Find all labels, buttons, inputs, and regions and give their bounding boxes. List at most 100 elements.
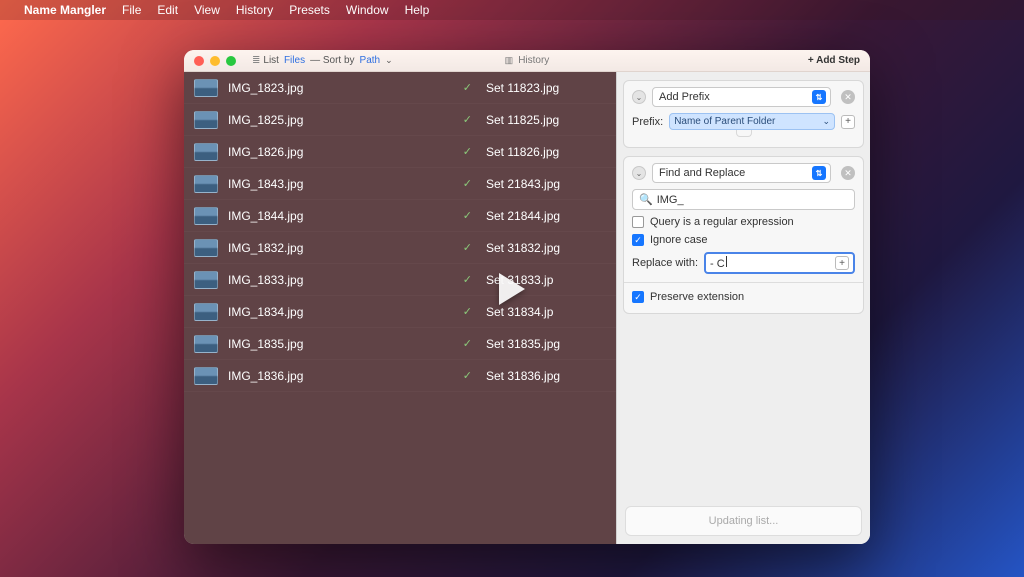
zoom-icon[interactable] — [226, 56, 236, 66]
history-label[interactable]: History — [518, 55, 549, 66]
menu-file[interactable]: File — [122, 3, 141, 17]
preserve-ext-label: Preserve extension — [650, 291, 744, 303]
step-type-select[interactable]: Add Prefix ⇅ — [652, 87, 831, 107]
list-label: List — [263, 55, 279, 66]
minimize-icon[interactable] — [210, 56, 220, 66]
menu-window[interactable]: Window — [346, 3, 389, 17]
file-row[interactable]: IMG_1844.jpg ✓ Set 21844.jpg — [184, 200, 616, 232]
renamed-file-name: Set 31832.jpg — [486, 241, 606, 255]
checkmark-icon: ✓ — [463, 81, 472, 94]
ignore-case-label: Ignore case — [650, 234, 707, 246]
chevron-down-icon[interactable]: ⌄ — [385, 55, 393, 66]
file-row[interactable]: IMG_1835.jpg ✓ Set 31835.jpg — [184, 328, 616, 360]
renamed-file-name: Set 11826.jpg — [486, 145, 606, 159]
file-row[interactable]: IMG_1843.jpg ✓ Set 21843.jpg — [184, 168, 616, 200]
regex-label: Query is a regular expression — [650, 216, 794, 228]
prefix-label: Prefix: — [632, 116, 663, 128]
step-type-select[interactable]: Find and Replace ⇅ — [652, 163, 831, 183]
collapse-icon[interactable]: ⌄ — [632, 90, 646, 104]
checkmark-icon: ✓ — [463, 209, 472, 222]
menu-edit[interactable]: Edit — [157, 3, 178, 17]
remove-step-icon[interactable]: ✕ — [841, 166, 855, 180]
app-window: ≣ List Files — Sort by Path ⌄ ▥ History … — [184, 50, 870, 544]
file-row[interactable]: IMG_1833.jpg ✓ Set 31833.jp — [184, 264, 616, 296]
select-arrows-icon: ⇅ — [812, 90, 826, 104]
history-icon[interactable]: ▥ — [505, 55, 514, 66]
checkmark-icon: ✓ — [463, 305, 472, 318]
thumbnail-icon — [194, 239, 218, 257]
regex-checkbox[interactable] — [632, 216, 644, 228]
renamed-file-name: Set 11823.jpg — [486, 81, 606, 95]
file-row[interactable]: IMG_1836.jpg ✓ Set 31836.jpg — [184, 360, 616, 392]
close-icon[interactable] — [194, 56, 204, 66]
menu-presets[interactable]: Presets — [289, 3, 330, 17]
checkmark-icon: ✓ — [463, 113, 472, 126]
add-token-button[interactable]: + — [841, 115, 855, 129]
system-menubar: Name Mangler File Edit View History Pres… — [0, 0, 1024, 20]
thumbnail-icon — [194, 111, 218, 129]
checkmark-icon: ✓ — [463, 177, 472, 190]
checkmark-icon: ✓ — [463, 337, 472, 350]
sort-label: — Sort by — [310, 55, 354, 66]
thumbnail-icon — [194, 271, 218, 289]
files-link[interactable]: Files — [284, 55, 305, 66]
config-panel: ⌄ Add Prefix ⇅ ✕ Prefix: Name of Parent … — [616, 72, 870, 544]
ignore-case-checkbox[interactable]: ✓ — [632, 234, 644, 246]
list-icon[interactable]: ≣ — [252, 55, 258, 66]
checkmark-icon: ✓ — [463, 369, 472, 382]
thumbnail-icon — [194, 79, 218, 97]
file-row[interactable]: IMG_1826.jpg✓Set 11826.jpg — [184, 136, 616, 168]
replace-label: Replace with: — [632, 257, 698, 269]
menu-view[interactable]: View — [194, 3, 220, 17]
file-name: IMG_1826.jpg — [228, 145, 398, 159]
chevron-down-icon[interactable]: ⌄ — [822, 116, 830, 127]
add-step-button[interactable]: + Add Step — [808, 55, 860, 66]
thumbnail-icon — [194, 335, 218, 353]
thumbnail-icon — [194, 143, 218, 161]
renamed-file-name: Set 21844.jpg — [486, 209, 606, 223]
renamed-file-name: Set 31836.jpg — [486, 369, 606, 383]
file-name: IMG_1844.jpg — [228, 209, 398, 223]
renamed-file-name: Set 11825.jpg — [486, 113, 606, 127]
preserve-ext-checkbox[interactable]: ✓ — [632, 291, 644, 303]
remove-step-icon[interactable]: ✕ — [841, 90, 855, 104]
file-name: IMG_1833.jpg — [228, 273, 398, 287]
replace-input[interactable]: - C + — [704, 252, 855, 274]
file-row[interactable]: IMG_1832.jpg ✓ Set 31832.jpg — [184, 232, 616, 264]
menu-history[interactable]: History — [236, 3, 273, 17]
checkmark-icon: ✓ — [463, 273, 472, 286]
find-input[interactable]: 🔍 IMG_ — [632, 189, 855, 210]
renamed-file-name: Set 21843.jpg — [486, 177, 606, 191]
file-name: IMG_1825.jpg — [228, 113, 398, 127]
file-name: IMG_1836.jpg — [228, 369, 398, 383]
step-add-prefix: ⌄ Add Prefix ⇅ ✕ Prefix: Name of Parent … — [623, 80, 864, 148]
thumbnail-icon — [194, 367, 218, 385]
thumbnail-icon — [194, 303, 218, 321]
renamed-file-name: Set 31834.jp — [486, 305, 606, 319]
search-icon: 🔍 — [639, 193, 653, 206]
collapse-icon[interactable]: ⌄ — [632, 166, 646, 180]
file-row[interactable]: IMG_1825.jpg ✓ Set 11825.jpg — [184, 104, 616, 136]
thumbnail-icon — [194, 207, 218, 225]
file-name: IMG_1823.jpg — [228, 81, 398, 95]
prefix-token-field[interactable]: Name of Parent Folder ⌄ — [669, 113, 835, 130]
sort-path-link[interactable]: Path — [360, 55, 381, 66]
step-find-replace: ⌄ Find and Replace ⇅ ✕ 🔍 IMG_ Query is a — [623, 156, 864, 314]
file-name: IMG_1835.jpg — [228, 337, 398, 351]
file-row[interactable]: IMG_1823.jpg ✓ Set 11823.jpg — [184, 72, 616, 104]
app-name[interactable]: Name Mangler — [24, 3, 106, 17]
file-name: IMG_1834.jpg — [228, 305, 398, 319]
file-list[interactable]: IMG_1823.jpg ✓ Set 11823.jpg IMG_1825.jpg ✓ S… — [184, 72, 616, 544]
renamed-file-name: Set 31833.jp — [486, 273, 606, 287]
thumbnail-icon — [194, 175, 218, 193]
file-row[interactable]: IMG_1834.jpg ✓ Set 31834.jp — [184, 296, 616, 328]
select-arrows-icon: ⇅ — [812, 166, 826, 180]
window-titlebar[interactable]: ≣ List Files — Sort by Path ⌄ ▥ History … — [184, 50, 870, 72]
status-bar: Updating list... — [625, 506, 862, 536]
menu-help[interactable]: Help — [405, 3, 430, 17]
checkmark-icon: ✓ — [463, 241, 472, 254]
add-token-button[interactable]: + — [835, 256, 849, 270]
file-name: IMG_1843.jpg — [228, 177, 398, 191]
file-name: IMG_1832.jpg — [228, 241, 398, 255]
renamed-file-name: Set 31835.jpg — [486, 337, 606, 351]
